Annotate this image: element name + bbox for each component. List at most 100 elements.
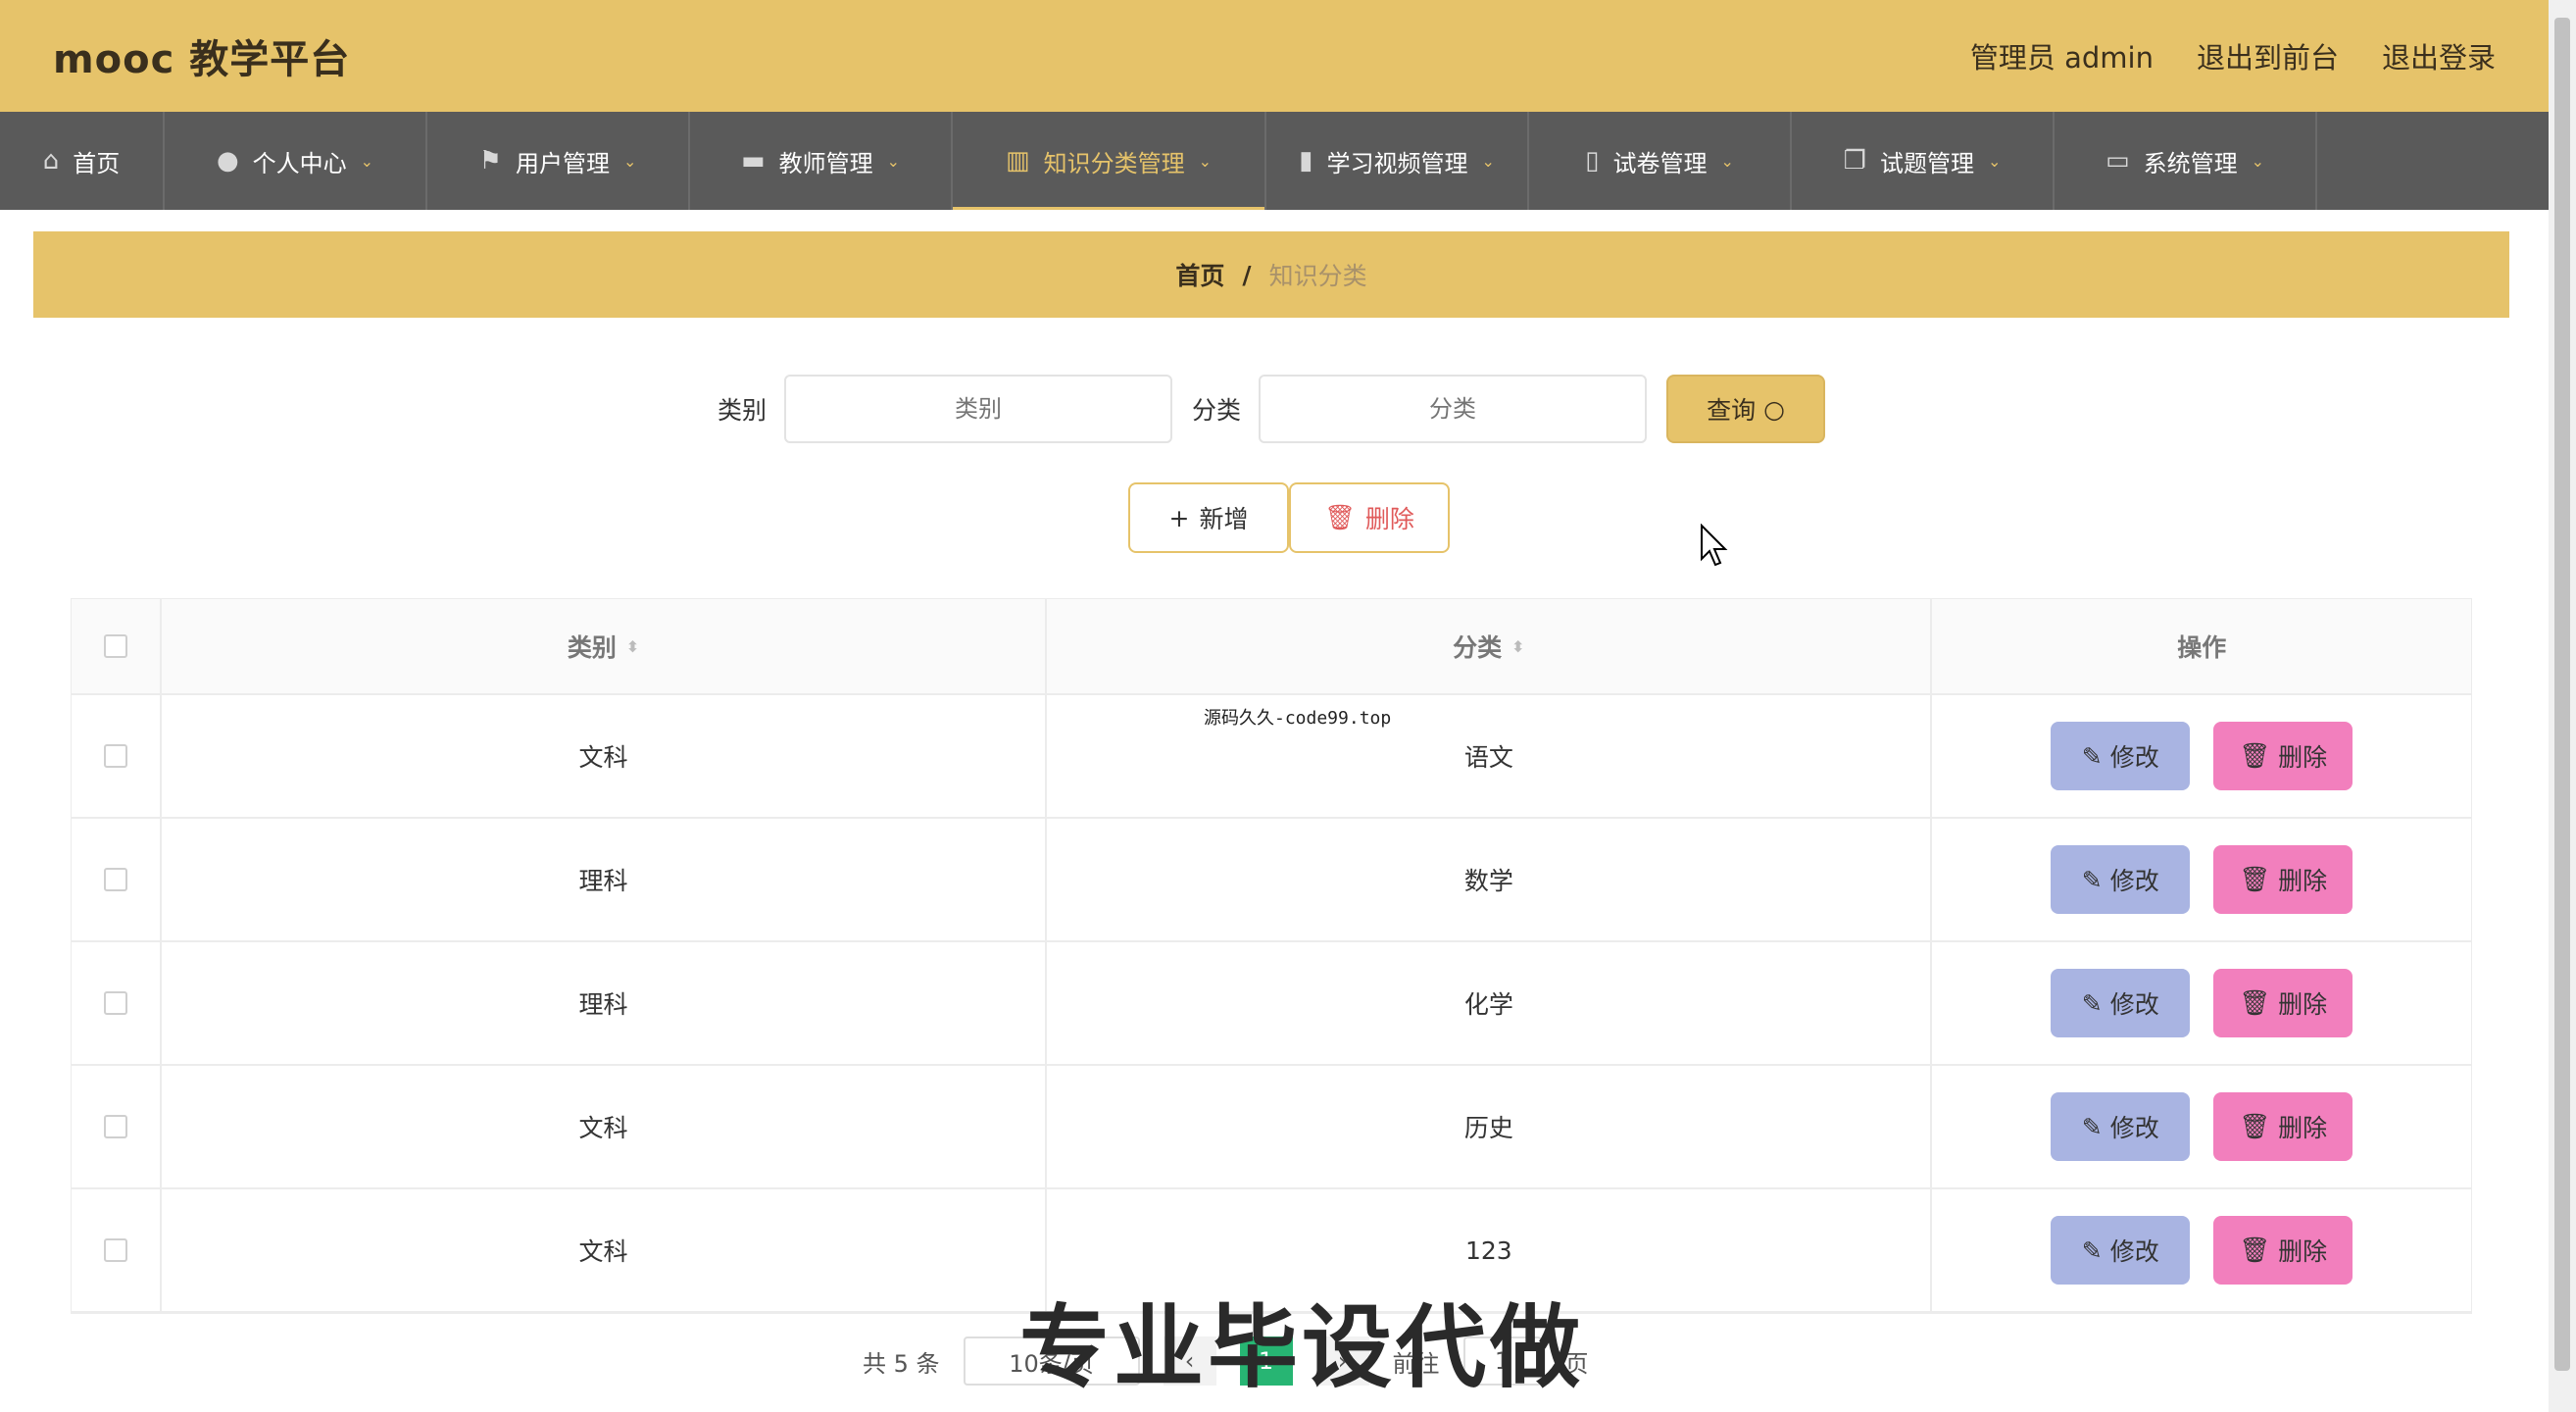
nav-item-papers[interactable]: ▯ 试卷管理 ⌄	[1529, 112, 1792, 210]
table-row: 理科 数学 ✎ 修改 🗑 删除	[72, 819, 2471, 942]
header-category[interactable]: 类别 ⬍	[162, 599, 1048, 693]
copy-icon: ❐	[1843, 146, 1866, 176]
table-row: 文科 历史 ✎ 修改 🗑 删除	[72, 1066, 2471, 1189]
nav-item-knowledge-category[interactable]: ▥ 知识分类管理 ⌄	[953, 112, 1266, 210]
chevron-down-icon: ⌄	[2251, 151, 2264, 171]
chevron-down-icon: ⌄	[1481, 151, 1495, 171]
nav-item-profile[interactable]: ● 个人中心 ⌄	[165, 112, 427, 210]
batch-delete-button[interactable]: 🗑 删除	[1289, 482, 1450, 553]
row-actions: ✎ 修改 🗑 删除	[1932, 1066, 2471, 1187]
nav-item-home[interactable]: ⌂ 首页	[0, 112, 165, 210]
nav-label: 个人中心	[252, 149, 347, 177]
nav-item-system[interactable]: ▭ 系统管理 ⌄	[2055, 112, 2317, 210]
edit-button[interactable]: ✎ 修改	[2051, 1216, 2191, 1285]
select-all-checkbox[interactable]	[103, 634, 127, 658]
nav-item-questions[interactable]: ❐ 试题管理 ⌄	[1792, 112, 2055, 210]
pencil-icon: ✎	[2081, 741, 2103, 771]
admin-label: 管理员 admin	[1969, 41, 2154, 75]
source-tag: 源码久久-code99.top	[1204, 708, 1392, 729]
trash-icon: 🗑	[2239, 741, 2271, 770]
type-input[interactable]	[1259, 375, 1648, 443]
table-row: 理科 化学 ✎ 修改 🗑 删除	[72, 942, 2471, 1066]
pencil-icon: ✎	[2081, 1112, 2103, 1141]
row-checkbox[interactable]	[103, 744, 127, 768]
chevron-down-icon: ⌄	[622, 151, 637, 171]
mouse-cursor-icon	[1701, 524, 1728, 567]
book-icon: ▬	[741, 146, 766, 176]
row-check-cell	[72, 942, 162, 1064]
nav-label: 教师管理	[778, 149, 873, 177]
edit-label: 修改	[2109, 990, 2159, 1019]
category-label: 类别	[717, 396, 767, 425]
breadcrumb: 首页 / 知识分类	[33, 231, 2509, 318]
query-button-label: 查询	[1707, 396, 1757, 425]
edit-button[interactable]: ✎ 修改	[2051, 1092, 2191, 1161]
header-ops: 操作	[1932, 599, 2471, 693]
chevron-down-icon: ⌄	[886, 151, 900, 171]
breadcrumb-home[interactable]: 首页	[1175, 257, 1224, 292]
nav-item-users[interactable]: ⚑ 用户管理 ⌄	[427, 112, 690, 210]
user-icon: ●	[216, 146, 239, 176]
chevron-down-icon: ⌄	[1987, 151, 2002, 171]
nav-label: 首页	[73, 149, 121, 177]
cell-type: 历史	[1047, 1066, 1933, 1187]
nav-item-videos[interactable]: ▮ 学习视频管理 ⌄	[1266, 112, 1529, 210]
total-count: 共 5 条	[863, 1349, 940, 1378]
nav-item-teachers[interactable]: ▬ 教师管理 ⌄	[690, 112, 953, 210]
delete-button[interactable]: 🗑 删除	[2213, 845, 2353, 914]
overlay-banner: 专业毕设代做	[1019, 1295, 1585, 1400]
row-checkbox[interactable]	[103, 868, 127, 891]
category-input[interactable]	[784, 375, 1172, 443]
home-icon: ⌂	[42, 146, 60, 176]
pencil-icon: ✎	[2081, 865, 2103, 894]
flag-icon: ⚑	[478, 146, 502, 176]
add-button[interactable]: + 新增	[1128, 482, 1289, 553]
exit-to-front-link[interactable]: 退出到前台	[2197, 35, 2339, 76]
nav-label: 用户管理	[515, 149, 610, 177]
row-actions: ✎ 修改 🗑 删除	[1932, 1189, 2471, 1311]
delete-button[interactable]: 🗑 删除	[2213, 722, 2353, 790]
delete-button[interactable]: 🗑 删除	[2213, 1092, 2353, 1161]
delete-button[interactable]: 🗑 删除	[2213, 1216, 2353, 1285]
header-ops-label: 操作	[2177, 633, 2227, 662]
top-header: mooc 教学平台 管理员 admin 退出到前台 退出登录	[0, 0, 2549, 112]
cell-category: 文科	[162, 1066, 1048, 1187]
trash-icon: 🗑	[2239, 865, 2271, 893]
sort-icon: ⬍	[625, 636, 640, 656]
nav-label: 试题管理	[1879, 149, 1974, 177]
edit-button[interactable]: ✎ 修改	[2051, 845, 2191, 914]
row-check-cell	[72, 1189, 162, 1311]
edit-label: 修改	[2109, 867, 2159, 895]
query-button[interactable]: 查询 ○	[1666, 375, 1826, 443]
library-icon: ▥	[1006, 146, 1030, 176]
logout-link[interactable]: 退出登录	[2382, 35, 2496, 76]
row-checkbox[interactable]	[103, 991, 127, 1015]
settings-icon: ▭	[2105, 146, 2130, 176]
header-category-label: 类别	[567, 633, 617, 662]
header-type[interactable]: 分类 ⬍	[1047, 599, 1933, 693]
cell-category: 理科	[162, 942, 1048, 1064]
chevron-down-icon: ⌄	[1720, 151, 1734, 171]
cell-category: 文科	[162, 1189, 1048, 1311]
mobile-icon: ▯	[1585, 146, 1600, 176]
row-checkbox[interactable]	[103, 1115, 127, 1138]
type-label: 分类	[1192, 396, 1242, 425]
vertical-scrollbar[interactable]	[2549, 0, 2576, 1412]
select-all-cell	[72, 599, 162, 693]
edit-label: 修改	[2109, 743, 2159, 772]
row-checkbox[interactable]	[103, 1238, 127, 1262]
edit-button[interactable]: ✎ 修改	[2051, 969, 2191, 1037]
row-check-cell	[72, 1066, 162, 1187]
pencil-icon: ✎	[2081, 1236, 2103, 1265]
edit-label: 修改	[2109, 1237, 2159, 1266]
delete-button[interactable]: 🗑 删除	[2213, 969, 2353, 1037]
row-check-cell	[72, 695, 162, 817]
nav-label: 学习视频管理	[1326, 149, 1468, 177]
scrollbar-thumb[interactable]	[2554, 18, 2570, 1371]
row-actions: ✎ 修改 🗑 删除	[1932, 942, 2471, 1064]
edit-button[interactable]: ✎ 修改	[2051, 722, 2191, 790]
chevron-down-icon: ⌄	[360, 151, 374, 171]
sort-icon: ⬍	[1511, 636, 1525, 656]
cell-category: 文科	[162, 695, 1048, 817]
cell-type: 数学	[1047, 819, 1933, 940]
